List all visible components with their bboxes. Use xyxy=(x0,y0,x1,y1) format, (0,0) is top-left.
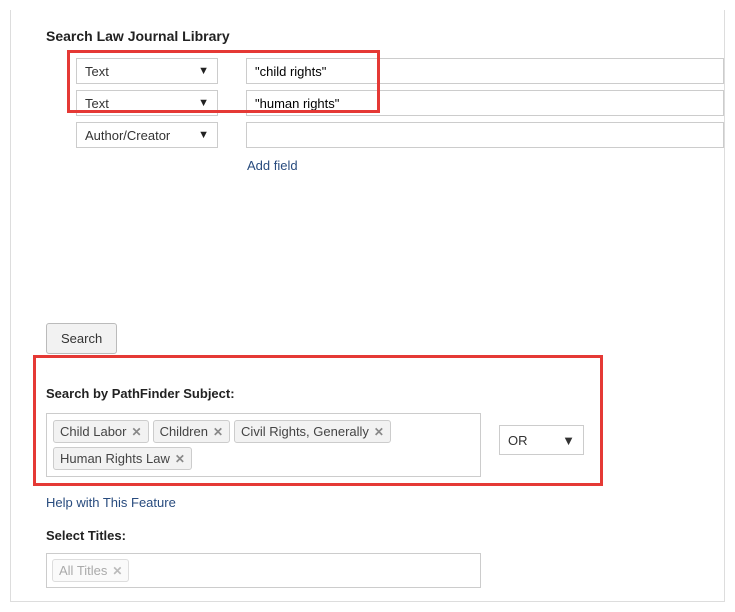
search-button-row: Search xyxy=(11,323,724,354)
tag-label: Civil Rights, Generally xyxy=(241,424,369,439)
field-select-label: Text xyxy=(85,64,109,79)
close-icon[interactable]: ✕ xyxy=(132,425,142,439)
search-row: Text ▼ xyxy=(76,88,724,118)
tag-label: Human Rights Law xyxy=(60,451,170,466)
chevron-down-icon: ▼ xyxy=(198,129,209,141)
close-icon[interactable]: ✕ xyxy=(112,564,122,578)
title-tag-label: All Titles xyxy=(59,563,107,578)
search-row: Author/Creator ▼ xyxy=(76,120,724,150)
add-field-link[interactable]: Add field xyxy=(247,158,298,173)
pathfinder-tag: Human Rights Law ✕ xyxy=(53,447,192,470)
field-select-label: Text xyxy=(85,96,109,111)
pathfinder-section: Search by PathFinder Subject: Child Labo… xyxy=(11,386,724,510)
titles-box-0[interactable]: All Titles ✕ xyxy=(46,553,481,588)
logic-select[interactable]: OR ▼ xyxy=(499,425,584,455)
pathfinder-title: Search by PathFinder Subject: xyxy=(46,386,699,401)
pathfinder-tag: Civil Rights, Generally ✕ xyxy=(234,420,391,443)
title-tag: All Titles ✕ xyxy=(52,559,129,582)
search-row: Text ▼ xyxy=(76,56,724,86)
tag-label: Child Labor xyxy=(60,424,127,439)
logic-select-label: OR xyxy=(508,433,528,448)
main-panel: Search Law Journal Library Text ▼ Text ▼… xyxy=(10,10,725,602)
titles-title: Select Titles: xyxy=(46,528,724,543)
chevron-down-icon: ▼ xyxy=(198,65,209,77)
help-link[interactable]: Help with This Feature xyxy=(46,495,176,510)
pathfinder-row: Child Labor ✕ Children ✕ Civil Rights, G… xyxy=(46,413,699,477)
chevron-down-icon: ▼ xyxy=(562,433,575,448)
close-icon[interactable]: ✕ xyxy=(213,425,223,439)
close-icon[interactable]: ✕ xyxy=(374,425,384,439)
search-input-2[interactable] xyxy=(246,122,724,148)
search-input-0[interactable] xyxy=(246,58,724,84)
search-input-1[interactable] xyxy=(246,90,724,116)
pathfinder-tag: Children ✕ xyxy=(153,420,230,443)
field-select-2[interactable]: Author/Creator ▼ xyxy=(76,122,218,148)
page-title: Search Law Journal Library xyxy=(11,28,724,44)
field-select-1[interactable]: Text ▼ xyxy=(76,90,218,116)
field-select-label: Author/Creator xyxy=(85,128,170,143)
titles-section: Select Titles: All Titles ✕ All Titles ✕ xyxy=(11,528,724,602)
close-icon[interactable]: ✕ xyxy=(175,452,185,466)
chevron-down-icon: ▼ xyxy=(198,97,209,109)
tag-label: Children xyxy=(160,424,208,439)
search-button[interactable]: Search xyxy=(46,323,117,354)
search-rows-container: Text ▼ Text ▼ Author/Creator ▼ Add field xyxy=(11,56,724,173)
pathfinder-tag-container[interactable]: Child Labor ✕ Children ✕ Civil Rights, G… xyxy=(46,413,481,477)
pathfinder-tag: Child Labor ✕ xyxy=(53,420,149,443)
field-select-0[interactable]: Text ▼ xyxy=(76,58,218,84)
